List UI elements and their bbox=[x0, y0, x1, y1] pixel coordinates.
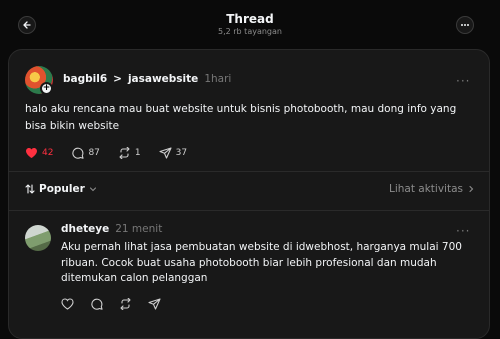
reply-comment-button[interactable] bbox=[90, 298, 103, 310]
reply-author[interactable]: dheteye bbox=[61, 223, 109, 235]
post-time: 1hari bbox=[204, 73, 232, 85]
chevron-down-icon bbox=[89, 187, 96, 192]
comment-button[interactable]: 87 bbox=[71, 147, 100, 159]
sort-dropdown[interactable]: Populer bbox=[25, 183, 97, 195]
reply-text: Aku pernah lihat jasa pembuatan website … bbox=[61, 241, 462, 284]
thread-more-button[interactable] bbox=[456, 16, 474, 34]
view-activity-link[interactable]: Lihat aktivitas bbox=[389, 183, 475, 195]
sort-label: Populer bbox=[39, 183, 85, 195]
divider bbox=[9, 210, 489, 211]
like-button[interactable]: 42 bbox=[25, 147, 53, 159]
like-count: 42 bbox=[42, 148, 54, 158]
reply-share-button[interactable] bbox=[148, 298, 161, 310]
thread-panel: + bagbil6 > jasawebsite 1hari ··· halo a… bbox=[8, 49, 490, 339]
view-count: 5,2 rb tayangan bbox=[218, 27, 282, 36]
follow-plus-icon[interactable]: + bbox=[40, 82, 53, 95]
comment-icon bbox=[91, 298, 103, 310]
reply-actions bbox=[61, 298, 161, 310]
page-title: Thread bbox=[226, 12, 274, 26]
more-icon bbox=[461, 24, 469, 26]
share-icon bbox=[148, 298, 161, 310]
comment-icon bbox=[72, 147, 85, 159]
repost-icon bbox=[119, 147, 130, 159]
repost-button[interactable]: 1 bbox=[118, 147, 141, 159]
sort-icon bbox=[25, 184, 35, 194]
heart-icon bbox=[61, 298, 74, 310]
post-author[interactable]: bagbil6 bbox=[63, 73, 107, 85]
share-button[interactable]: 37 bbox=[159, 147, 187, 159]
title-block: Thread 5,2 rb tayangan bbox=[0, 12, 500, 38]
reply-more-button[interactable]: ··· bbox=[456, 224, 470, 238]
comment-count: 87 bbox=[88, 148, 100, 158]
activity-link-label: Lihat aktivitas bbox=[388, 183, 463, 195]
repost-icon bbox=[120, 298, 131, 310]
top-bar: Thread 5,2 rb tayangan bbox=[0, 0, 500, 48]
share-count: 37 bbox=[175, 148, 188, 158]
sort-row: Populer Lihat aktivitas bbox=[25, 183, 475, 199]
repost-count: 1 bbox=[134, 148, 141, 158]
avatar[interactable] bbox=[25, 225, 51, 251]
post-author-line: bagbil6 > jasawebsite 1hari bbox=[63, 73, 231, 85]
reply-author-line: dheteye 21 menit bbox=[61, 223, 162, 235]
chevron-right-icon bbox=[469, 185, 474, 193]
post-actions: 42 87 1 37 bbox=[25, 147, 205, 159]
author-separator: > bbox=[113, 73, 122, 85]
reply-repost-button[interactable] bbox=[119, 298, 132, 310]
divider bbox=[9, 171, 489, 172]
post-more-button[interactable]: ··· bbox=[456, 74, 470, 88]
post-community[interactable]: jasawebsite bbox=[128, 73, 198, 85]
share-icon bbox=[159, 147, 172, 159]
reply-time: 21 menit bbox=[115, 223, 163, 235]
heart-icon bbox=[26, 148, 37, 158]
post-text: halo aku rencana mau buat website untuk … bbox=[25, 103, 457, 132]
reply-like-button[interactable] bbox=[61, 298, 74, 310]
